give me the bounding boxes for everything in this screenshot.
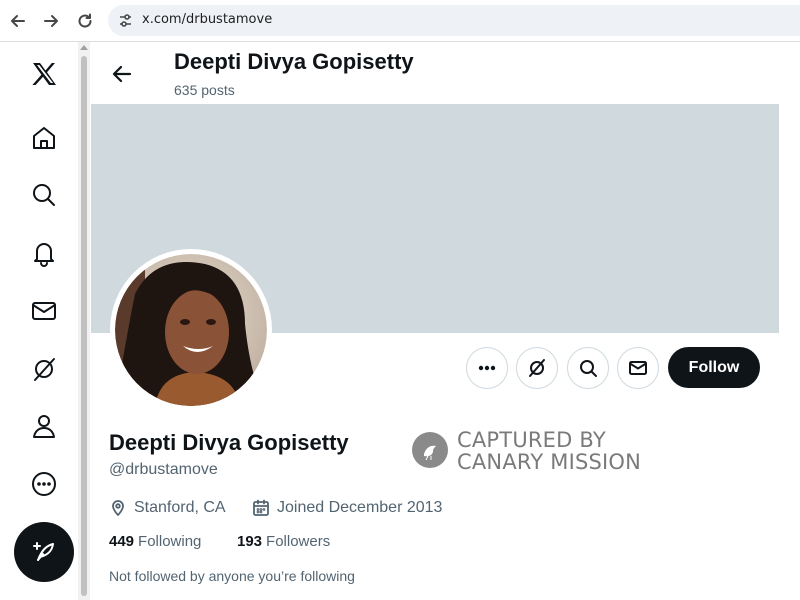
followers-link[interactable]: 193 Followers	[237, 533, 330, 555]
home-icon[interactable]	[26, 120, 62, 156]
more-icon[interactable]	[26, 466, 62, 502]
profile-name: Deepti Divya Gopisetty	[109, 430, 349, 455]
followers-count: 193	[237, 533, 263, 550]
location-pin-icon	[112, 500, 124, 516]
grok-icon[interactable]	[26, 351, 62, 387]
scrollbar[interactable]	[78, 42, 90, 600]
bell-icon[interactable]	[26, 235, 62, 271]
canary-bird-logo-icon	[412, 432, 448, 468]
reload-icon[interactable]	[74, 10, 96, 32]
following-count: 449	[109, 533, 135, 550]
avatar[interactable]	[110, 249, 272, 411]
search-icon[interactable]	[26, 177, 62, 213]
arrow-right-icon[interactable]	[40, 10, 62, 32]
search-posts-button[interactable]	[567, 347, 609, 389]
grok-button[interactable]	[516, 347, 558, 389]
scrollbar-thumb[interactable]	[81, 56, 87, 596]
sidebar-nav	[0, 42, 78, 600]
calendar-icon	[253, 499, 269, 516]
feather-plus-icon	[33, 542, 54, 561]
compose-button[interactable]	[14, 522, 74, 582]
search-icon	[580, 360, 597, 377]
browser-toolbar: x.com/drbustamove	[0, 0, 800, 42]
back-button[interactable]	[108, 60, 136, 88]
tune-icon[interactable]	[118, 13, 133, 28]
header-title: Deepti Divya Gopisetty	[174, 49, 414, 74]
message-button[interactable]	[617, 347, 659, 389]
mail-icon[interactable]	[26, 293, 62, 329]
scroll-up-arrow-icon[interactable]	[80, 45, 88, 50]
more-icon	[478, 365, 496, 371]
mail-icon	[629, 361, 647, 375]
joined-text: Joined December 2013	[277, 499, 443, 516]
more-options-button[interactable]	[466, 347, 508, 389]
url-text[interactable]: x.com/drbustamove	[142, 12, 272, 27]
follow-button[interactable]: Follow	[668, 347, 760, 388]
arrow-left-icon[interactable]	[7, 10, 29, 32]
address-bar[interactable]: x.com/drbustamove	[108, 5, 800, 36]
arrow-left-icon	[112, 65, 132, 83]
grok-icon	[529, 359, 545, 377]
watermark-line1: CAPTURED BY	[457, 428, 606, 452]
canary-mission-watermark: CAPTURED BY CANARY MISSION	[412, 429, 652, 475]
x-logo-icon[interactable]	[26, 56, 62, 92]
location-text: Stanford, CA	[134, 499, 226, 516]
profile-location: Stanford, CA	[109, 496, 226, 520]
not-followed-text: Not followed by anyone you’re following	[109, 568, 355, 584]
header-post-count: 635 posts	[174, 82, 235, 98]
profile-icon[interactable]	[26, 408, 62, 444]
following-link[interactable]: 449 Following	[109, 533, 201, 555]
followers-label: Followers	[266, 533, 331, 550]
watermark-line2: CANARY MISSION	[457, 450, 642, 474]
following-label: Following	[138, 533, 202, 550]
profile-joined: Joined December 2013	[252, 496, 442, 520]
profile-handle: @drbustamove	[109, 461, 218, 478]
